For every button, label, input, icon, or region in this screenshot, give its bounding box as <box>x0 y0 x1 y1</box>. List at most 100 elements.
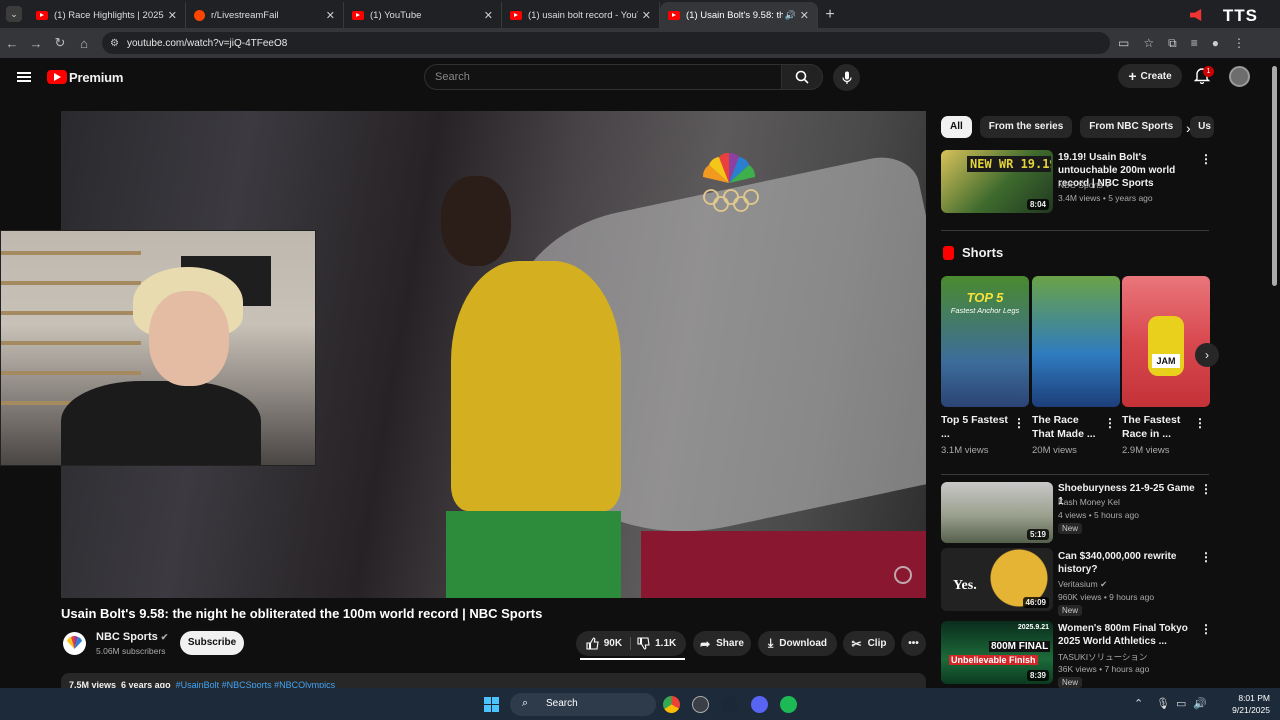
media-icon[interactable]: ≡ <box>1191 36 1198 51</box>
plus-icon: + <box>1128 68 1137 84</box>
taskbar-clock[interactable]: 8:01 PM 9/21/2025 <box>1232 692 1270 716</box>
recommendation-thumbnail[interactable]: 2025.9.21 800M FINAL Unbelievable Finish… <box>941 621 1053 684</box>
account-avatar[interactable] <box>1229 66 1250 87</box>
recommendation-thumbnail[interactable]: Yes. 46:09 <box>941 548 1053 611</box>
short-thumbnail-1[interactable]: TOP 5 Fastest Anchor Legs <box>941 276 1029 407</box>
recommendation-title[interactable]: Can $340,000,000 rewrite history? <box>1058 550 1198 576</box>
tab-close-icon[interactable]: ✕ <box>168 9 177 22</box>
more-options-icon[interactable]: ⋮ <box>1194 416 1206 430</box>
forward-icon[interactable]: → <box>24 36 48 51</box>
speaker-icon[interactable]: 🔊 <box>785 10 796 21</box>
windows-start-icon[interactable] <box>484 697 499 712</box>
section-divider <box>941 474 1209 475</box>
tab-close-icon[interactable]: ✕ <box>484 9 493 22</box>
steam-icon[interactable] <box>721 696 738 713</box>
voice-search-button[interactable] <box>833 64 860 91</box>
short-title[interactable]: The Race That Made ... <box>1032 413 1102 441</box>
recommendation-channel[interactable]: Veritasium ✔ <box>1058 579 1107 590</box>
nbc-peacock-icon <box>702 153 756 183</box>
chip-all[interactable]: All <box>941 116 972 138</box>
bookmark-star-icon[interactable]: ☆ <box>1143 36 1154 51</box>
recommendation-title[interactable]: Women's 800m Final Tokyo 2025 World Athl… <box>1058 622 1198 648</box>
back-icon[interactable]: ← <box>0 36 24 51</box>
reload-icon[interactable]: ↻ <box>48 35 72 51</box>
search-input[interactable]: Search <box>424 64 782 90</box>
site-info-icon[interactable]: ⚙ <box>110 38 119 49</box>
cast-icon[interactable]: ▭ <box>1118 36 1129 51</box>
browser-tab-active[interactable]: (1) Usain Bolt's 9.58: the nig 🔊 ✕ <box>660 2 818 28</box>
taskbar-search-box[interactable]: ⌕ Search <box>510 693 656 716</box>
recommendation-thumbnail[interactable]: NEW WR 19.19 8:04 <box>941 150 1053 213</box>
chip-from-series[interactable]: From the series <box>979 116 1073 138</box>
channel-name[interactable]: NBC Sports ✔ <box>96 631 168 643</box>
new-tab-button[interactable]: + <box>818 6 842 24</box>
url-bar[interactable]: ⚙ youtube.com/watch?v=jiQ-4TFeeO8 <box>102 32 1110 54</box>
search-icon: ⌕ <box>522 697 529 709</box>
chrome-icon[interactable] <box>663 696 680 713</box>
search-button[interactable] <box>781 64 823 90</box>
browser-tab-4[interactable]: (1) usain bolt record - YouTube ✕ <box>502 2 660 28</box>
profile-icon[interactable]: ● <box>1212 36 1219 51</box>
more-options-icon[interactable]: ⋮ <box>1200 622 1212 636</box>
tab-close-icon[interactable]: ✕ <box>800 9 809 22</box>
tray-network-icon[interactable]: ▭ <box>1176 697 1186 710</box>
short-subcaption: Fastest Anchor Legs <box>950 306 1020 315</box>
more-options-icon[interactable]: ⋮ <box>1200 152 1212 166</box>
subscribe-button[interactable]: Subscribe <box>180 631 244 655</box>
video-duration: 8:39 <box>1026 670 1049 681</box>
more-options-icon[interactable]: ⋮ <box>1200 482 1212 496</box>
tts-overlay-logo: TTS <box>1222 6 1258 25</box>
tray-chevron-up-icon[interactable]: ⌃ <box>1134 697 1143 710</box>
more-options-icon[interactable]: ⋮ <box>1013 416 1025 430</box>
recommendation-thumbnail[interactable]: 5:19 <box>941 482 1053 543</box>
more-options-icon[interactable]: ⋮ <box>1104 416 1116 430</box>
like-button[interactable]: 90K <box>586 637 632 650</box>
tab-close-icon[interactable]: ✕ <box>642 9 651 22</box>
extensions-icon[interactable]: ⧉ <box>1168 36 1177 51</box>
related-filter-chips: All From the series From NBC Sports Us <box>941 116 1215 138</box>
discord-icon[interactable] <box>751 696 768 713</box>
browser-tab-2[interactable]: r/LivestreamFail ✕ <box>186 2 344 28</box>
youtube-favicon-icon <box>668 10 680 20</box>
dislike-button[interactable]: 1.1K <box>637 637 676 650</box>
short-title[interactable]: Top 5 Fastest ... <box>941 413 1011 441</box>
share-label: Share <box>716 638 744 649</box>
short-thumbnail-3[interactable]: JAM <box>1122 276 1210 407</box>
create-button[interactable]: + Create <box>1118 64 1182 88</box>
browser-menu-icon[interactable]: ⋮ <box>1233 36 1245 51</box>
chip-truncated[interactable]: Us <box>1190 116 1215 138</box>
channel-avatar[interactable] <box>63 632 86 655</box>
browser-tab-3[interactable]: (1) YouTube ✕ <box>344 2 502 28</box>
short-thumbnail-2[interactable] <box>1032 276 1120 407</box>
chip-from-nbc-sports[interactable]: From NBC Sports <box>1080 116 1183 138</box>
streamer-webcam-overlay <box>0 230 316 466</box>
more-actions-button[interactable]: ••• <box>901 631 926 656</box>
recommendation-channel[interactable]: NBC Sports ✔ <box>1058 180 1112 191</box>
download-button[interactable]: ⤓ Download <box>758 631 837 656</box>
tab-close-icon[interactable]: ✕ <box>326 9 335 22</box>
tray-microphone-icon[interactable]: 🎙 <box>1156 697 1170 710</box>
chevron-right-icon[interactable]: › <box>1186 120 1191 136</box>
verified-check-icon: ✔ <box>1105 180 1113 190</box>
short-title[interactable]: The Fastest Race in ... <box>1122 413 1192 441</box>
youtube-logo[interactable]: Premium <box>47 70 123 85</box>
tab-search-button[interactable]: ⌄ <box>6 6 22 22</box>
page-scrollbar[interactable] <box>1270 60 1278 685</box>
video-frame-runner-head <box>441 176 511 266</box>
recommendation-channel[interactable]: Kash Money Kel <box>1058 497 1120 507</box>
tray-volume-icon[interactable]: 🔊 <box>1193 697 1207 710</box>
share-button[interactable]: ➦ Share <box>693 631 751 656</box>
scrollbar-thumb[interactable] <box>1272 66 1277 286</box>
channel-watermark-icon[interactable] <box>894 566 912 584</box>
spotify-icon[interactable] <box>780 696 797 713</box>
browser-tab-1[interactable]: (1) Race Highlights | 2025 Azerb ✕ <box>28 2 186 28</box>
shorts-next-button[interactable]: › <box>1195 343 1219 367</box>
more-options-icon[interactable]: ⋮ <box>1200 550 1212 564</box>
home-icon[interactable]: ⌂ <box>72 36 96 51</box>
recommendation-channel[interactable]: TASUKIソリューション <box>1058 651 1147 663</box>
more-horizontal-icon: ••• <box>908 638 919 649</box>
clip-button[interactable]: ✂ Clip <box>843 631 895 656</box>
webcam-person-body <box>61 381 261 465</box>
hamburger-menu-icon[interactable] <box>17 72 31 82</box>
obs-icon[interactable] <box>692 696 709 713</box>
